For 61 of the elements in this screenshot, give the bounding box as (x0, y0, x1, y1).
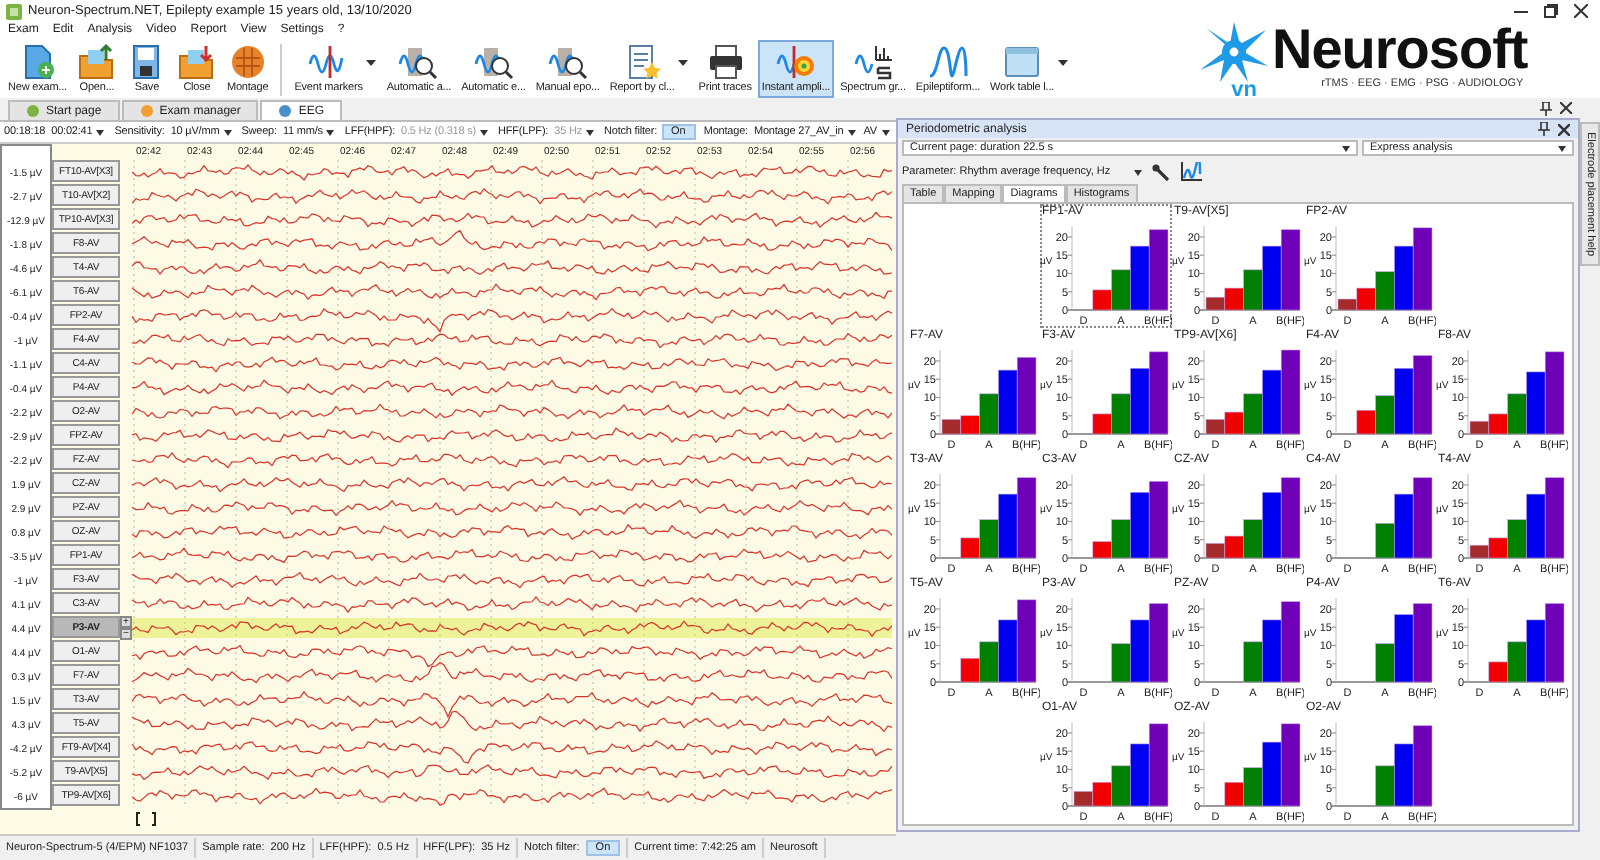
chart-bar (1412, 227, 1433, 311)
head-icon (227, 44, 268, 80)
wave-map-icon (775, 44, 816, 80)
caret-icon (480, 129, 489, 135)
caret-icon (1058, 60, 1069, 66)
tab-icon (26, 104, 40, 118)
wrench-icon[interactable] (1152, 163, 1171, 181)
chart-bar (1148, 481, 1169, 559)
caret-icon (1558, 145, 1566, 151)
chart-bar (1412, 355, 1433, 435)
chart-bar (1016, 477, 1037, 559)
caret-icon (326, 129, 335, 135)
chart-bar (1280, 477, 1301, 559)
tab-icon (278, 104, 293, 118)
chart-bar (1412, 477, 1433, 559)
folder-icon (76, 44, 117, 80)
chart-bar (1148, 603, 1169, 683)
tab-icon (139, 104, 154, 118)
caret-icon (366, 60, 377, 66)
app-icon (6, 3, 22, 19)
peak-icon (927, 44, 968, 80)
chart-bar (1280, 349, 1301, 435)
caret-icon (1342, 145, 1350, 151)
chart-bar (1148, 351, 1169, 435)
wave-magnifier-icon (398, 44, 439, 80)
wave-icon (308, 44, 349, 80)
logo-wordmark: Neurosoft (1272, 22, 1528, 78)
chart-bar (1280, 723, 1301, 807)
chart-bar (1148, 229, 1169, 311)
chart-icon[interactable] (1180, 162, 1203, 182)
folder-icon (176, 44, 217, 80)
pin-icon[interactable] (1538, 122, 1550, 136)
chart-bar (1016, 599, 1037, 683)
logo-suffix: vn (1231, 82, 1257, 98)
chart-bar (1412, 603, 1433, 683)
chart-bar (1280, 229, 1301, 311)
spectrum-icon (853, 44, 893, 80)
pin-icon[interactable] (1540, 101, 1552, 115)
chart-bar (1016, 357, 1037, 435)
close-icon[interactable] (1574, 4, 1588, 18)
caret-icon (96, 129, 105, 135)
bracket-icon[interactable] (136, 811, 156, 825)
caret-icon (585, 129, 594, 135)
window-icon (1002, 44, 1043, 80)
chart-bar (1544, 603, 1565, 683)
chart-bar (1544, 351, 1565, 435)
caret-icon (881, 129, 889, 135)
caret-icon (847, 129, 856, 135)
chart-bar (1148, 723, 1169, 807)
caret-icon (1134, 169, 1143, 175)
close-icon[interactable] (1560, 102, 1572, 114)
chart-bar (1412, 725, 1433, 807)
chart-bar (1544, 477, 1565, 559)
wave-magnifier-icon (547, 44, 588, 80)
printer-icon (705, 44, 746, 80)
caret-icon (223, 129, 232, 135)
chart-bar (1280, 601, 1301, 683)
caret-icon (678, 60, 689, 66)
wave-magnifier-icon (473, 44, 514, 80)
maximize-icon[interactable] (1544, 4, 1558, 18)
close-icon[interactable] (1558, 123, 1570, 135)
